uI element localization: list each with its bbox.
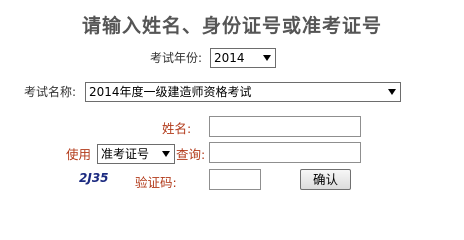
query-input[interactable] (209, 142, 361, 163)
confirm-button[interactable]: 确认 (300, 169, 351, 190)
query-type-value: 准考证号 (101, 147, 150, 161)
page-title: 请输入姓名、身份证号或准考证号 (81, 15, 382, 37)
name-label: 姓名: (162, 121, 192, 136)
captcha-input[interactable] (209, 169, 261, 190)
captcha-label: 验证码: (135, 175, 177, 190)
exam-year-select[interactable]: 2014 (210, 48, 276, 68)
query-type-select[interactable]: 准考证号 (97, 144, 175, 164)
chevron-down-icon (388, 89, 396, 95)
exam-year-value: 2014 (214, 51, 245, 65)
captcha-image[interactable]: 2J35 (79, 171, 109, 185)
name-input[interactable] (209, 116, 361, 137)
exam-year-label: 考试年份: (150, 51, 203, 65)
query-prefix-label: 使用 (66, 147, 92, 162)
exam-name-select[interactable]: 2014年度一级建造师资格考试 (85, 82, 401, 102)
chevron-down-icon (162, 151, 170, 157)
exam-name-value: 2014年度一级建造师资格考试 (89, 85, 252, 99)
query-suffix-label: 查询: (176, 147, 206, 162)
chevron-down-icon (263, 55, 271, 61)
exam-name-label: 考试名称: (24, 85, 77, 99)
